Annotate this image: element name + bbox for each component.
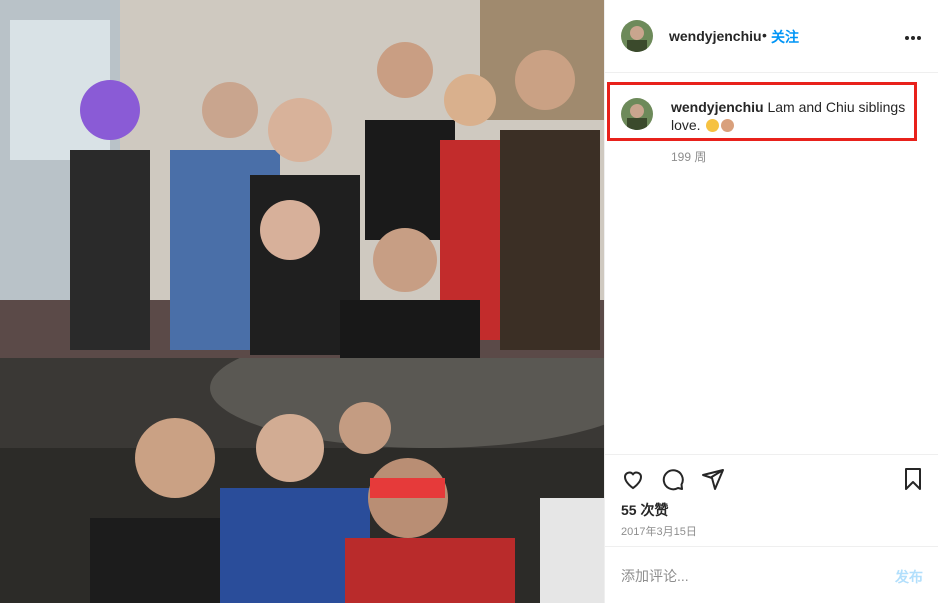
post-viewer: wendyjenchiu • 关注 wendyjenchiu Lam and C…: [0, 0, 938, 603]
group-photo-bottom: [0, 358, 604, 603]
clapping-hands-emoji-icon: [721, 119, 735, 132]
share-icon[interactable]: [701, 467, 725, 491]
comment-icon[interactable]: [661, 467, 685, 491]
post-sidebar: wendyjenchiu • 关注 wendyjenchiu Lam and C…: [604, 0, 938, 603]
caption-age[interactable]: 199 周: [671, 148, 706, 165]
comment-input[interactable]: [619, 565, 873, 587]
post-comment-button[interactable]: 发布: [895, 567, 923, 587]
post-image[interactable]: [0, 0, 604, 603]
group-photo-top: [0, 0, 604, 358]
caption: wendyjenchiu Lam and Chiu siblings love.: [671, 98, 907, 134]
avatar[interactable]: [621, 20, 653, 52]
post-header: wendyjenchiu • 关注: [605, 0, 938, 73]
caption-username-link[interactable]: wendyjenchiu: [671, 99, 764, 115]
caption-avatar[interactable]: [621, 98, 653, 130]
like-count[interactable]: 55 次赞: [621, 500, 668, 520]
post-date: 2017年3月15日: [621, 526, 697, 538]
comment-bar: 发布: [605, 546, 938, 604]
bookmark-icon[interactable]: [901, 467, 925, 491]
follow-button[interactable]: 关注: [771, 27, 799, 47]
action-bar: [605, 454, 938, 503]
rolling-laughing-emoji-icon: [706, 119, 720, 132]
more-horizontal-icon[interactable]: [905, 36, 921, 40]
username-link[interactable]: wendyjenchiu: [669, 28, 762, 44]
heart-icon[interactable]: [621, 467, 645, 491]
separator-dot: •: [762, 27, 767, 43]
